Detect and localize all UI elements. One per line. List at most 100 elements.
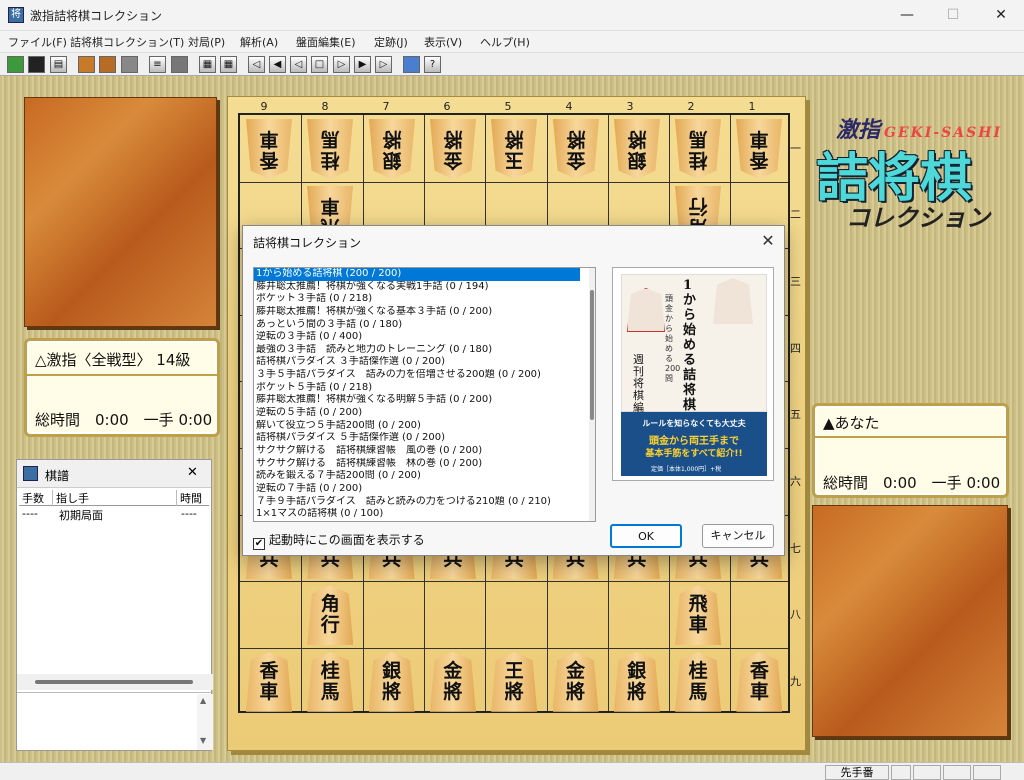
kifu-row[interactable]: ---- 初期局面 ---- [19, 507, 209, 522]
kifu-close-button[interactable]: ✕ [187, 465, 198, 480]
list-icon[interactable]: ≡ [149, 56, 166, 73]
dialog-close-button[interactable]: ✕ [755, 228, 781, 254]
forward2-icon[interactable]: ▶ [354, 56, 371, 73]
collection-list-item[interactable]: 逆転の５手詰 (0 / 200) [254, 407, 580, 420]
menu-file[interactable]: ファイル(F) [8, 34, 67, 50]
board2-icon[interactable]: ▦ [220, 56, 237, 73]
save-icon[interactable] [28, 56, 45, 73]
collection-list-item[interactable]: 最強の３手詰 読みと地力のトレーニング (0 / 180) [254, 344, 580, 357]
scroll-down-icon[interactable]: ▼ [200, 736, 206, 745]
gote-shogi-piece[interactable]: 桂馬 [307, 119, 353, 179]
gote-player-box: △激指〈全戦型〉 14級 総時間 0:00 一手 0:00 [24, 338, 220, 437]
cover-piece-graphic [713, 278, 753, 324]
book2-icon[interactable] [99, 56, 116, 73]
menu-view[interactable]: 表示(V) [424, 34, 462, 50]
kifu-title: 棋譜 [45, 469, 70, 483]
last-icon[interactable]: ▷ [375, 56, 392, 73]
collection-list-item[interactable]: 1×1マスの詰将棋 (0 / 100) [254, 508, 580, 521]
file-label: 5 [504, 100, 512, 113]
sente-shogi-piece[interactable]: 香車 [736, 651, 783, 712]
menu-edit-board[interactable]: 盤面編集(E) [296, 34, 356, 50]
gote-shogi-piece[interactable]: 香車 [736, 119, 782, 179]
menu-joseki[interactable]: 定跡(J) [374, 34, 408, 50]
menu-help[interactable]: ヘルプ(H) [480, 34, 530, 50]
kifu-cell-move: 初期局面 [59, 509, 103, 522]
kifu-header-move[interactable]: 指し手 [53, 490, 177, 506]
close-button[interactable]: ✕ [978, 0, 1024, 31]
collection-list-item[interactable]: 1から始める詰将棋 (200 / 200) [254, 268, 580, 281]
sente-player-box: ▲あなた 総時間 0:00 一手 0:00 [812, 403, 1009, 498]
back2-icon[interactable]: ◀ [269, 56, 286, 73]
sente-shogi-piece[interactable]: 金將 [552, 651, 599, 712]
sente-shogi-piece[interactable]: 銀將 [613, 651, 660, 712]
collection-dialog: 詰将棋コレクション ✕ 1から始める詰将棋 (200 / 200) 藤井聡太推薦！… [242, 225, 785, 556]
collection-list-item[interactable]: 藤井聡太推薦！将棋が強くなる明解５手詰 (0 / 200) [254, 394, 580, 407]
gote-shogi-piece[interactable]: 桂馬 [675, 119, 721, 179]
collection-list-item[interactable]: 逆転の３手詰 (0 / 400) [254, 331, 580, 344]
collection-list-item[interactable]: サクサク解ける 詰将棋練習帳 風の巻 (0 / 200) [254, 445, 580, 458]
collection-list-item[interactable]: 逆転の７手詰 (0 / 200) [254, 483, 580, 496]
collection-list-item[interactable]: ７手９手詰パラダイス 詰みと読みの力をつける210題 (0 / 210) [254, 496, 580, 509]
gote-shogi-piece[interactable]: 香車 [246, 119, 292, 179]
stop-icon[interactable]: □ [311, 56, 328, 73]
gote-shogi-piece[interactable]: 銀將 [614, 119, 660, 179]
sente-piece-stand [812, 505, 1008, 737]
kifu-hscroll-thumb[interactable] [35, 680, 193, 684]
sente-shogi-piece[interactable]: 香車 [246, 651, 292, 712]
blank-icon[interactable] [121, 56, 138, 73]
collection-list-item[interactable]: 読みを鍛える７手詰200問 (0 / 200) [254, 470, 580, 483]
kifu-header-move-no[interactable]: 手数 [19, 490, 53, 506]
print-icon[interactable]: ▤ [50, 56, 67, 73]
collection-list-item[interactable]: サクサク解ける 詰将棋練習帳 林の巻 (0 / 200) [254, 458, 580, 471]
collection-list-item[interactable]: 解いて役立つ５手詰200問 (0 / 200) [254, 420, 580, 433]
sente-shogi-piece[interactable]: 金將 [429, 651, 476, 712]
kifu-header-time[interactable]: 時間 [177, 490, 209, 506]
sente-shogi-piece[interactable]: 桂馬 [307, 651, 354, 712]
grid-line [240, 581, 788, 583]
gote-shogi-piece[interactable]: 金將 [553, 119, 599, 179]
open-icon[interactable] [7, 56, 24, 73]
menu-game[interactable]: 対局(P) [188, 34, 225, 50]
sente-shogi-piece[interactable]: 桂馬 [675, 651, 722, 712]
sente-player-time: 総時間 0:00 一手 0:00 [823, 474, 1001, 492]
kifu-hscroll[interactable] [17, 674, 213, 690]
kifu-comment-scroll[interactable]: ▲ ▼ [197, 694, 213, 750]
cancel-button[interactable]: キャンセル [702, 524, 774, 548]
monitor-icon[interactable] [403, 56, 420, 73]
menu-collection[interactable]: 詰将棋コレクション(T) [70, 34, 184, 50]
book-icon[interactable] [78, 56, 95, 73]
collection-list-item[interactable]: 藤井聡太推薦！将棋が強くなる基本３手詰 (0 / 200) [254, 306, 580, 319]
list-scrollbar[interactable] [589, 268, 595, 521]
collection-list-item[interactable]: 藤井聡太推薦！将棋が強くなる実戦1手詰 (0 / 194) [254, 281, 580, 294]
sente-shogi-piece[interactable]: 角行 [307, 585, 354, 646]
scroll-up-icon[interactable]: ▲ [200, 696, 206, 705]
back-icon[interactable]: ◁ [290, 56, 307, 73]
minimize-button[interactable]: — [884, 0, 930, 31]
gote-shogi-piece[interactable]: 金將 [430, 119, 476, 179]
disk-icon[interactable] [171, 56, 188, 73]
collection-list-item[interactable]: ポケット５手詰 (0 / 218) [254, 382, 580, 395]
startup-checkbox[interactable]: ✔ [253, 538, 265, 550]
sente-shogi-piece[interactable]: 銀將 [368, 651, 415, 712]
collection-list[interactable]: 1から始める詰将棋 (200 / 200) 藤井聡太推薦！将棋が強くなる実戦1手詰… [253, 267, 596, 522]
first-icon[interactable]: ◁ [248, 56, 265, 73]
maximize-button[interactable]: ☐ [930, 0, 976, 31]
kifu-window: 棋譜 ✕ 手数 指し手 時間 ---- 初期局面 ---- ▲ ▼ [16, 459, 213, 751]
collection-list-item[interactable]: ３手５手詰パラダイス 詰みの力を倍増させる200題 (0 / 200) [254, 369, 580, 382]
gote-shogi-piece[interactable]: 玉將 [491, 119, 537, 179]
collection-list-item[interactable]: 詰将棋パラダイス ３手詰傑作選 (0 / 200) [254, 356, 580, 369]
sente-shogi-piece[interactable]: 王將 [491, 651, 538, 712]
collection-list-item[interactable]: あっという間の３手詰 (0 / 180) [254, 319, 580, 332]
startup-checkbox-row[interactable]: ✔ 起動時にこの画面を表示する [253, 531, 425, 550]
forward-icon[interactable]: ▷ [333, 56, 350, 73]
collection-list-item[interactable]: 詰将棋パラダイス ５手詰傑作選 (0 / 200) [254, 432, 580, 445]
sente-shogi-piece[interactable]: 飛車 [675, 585, 722, 646]
menu-analysis[interactable]: 解析(A) [240, 34, 278, 50]
list-scrollbar-thumb[interactable] [590, 290, 594, 420]
board-icon[interactable]: ▦ [199, 56, 216, 73]
help-icon[interactable]: ? [424, 56, 441, 73]
collection-list-item[interactable]: ポケット３手詰 (0 / 218) [254, 293, 580, 306]
ok-button[interactable]: OK [610, 524, 682, 548]
gote-player-name: △激指〈全戦型〉 14級 [35, 351, 191, 369]
gote-shogi-piece[interactable]: 銀將 [369, 119, 415, 179]
